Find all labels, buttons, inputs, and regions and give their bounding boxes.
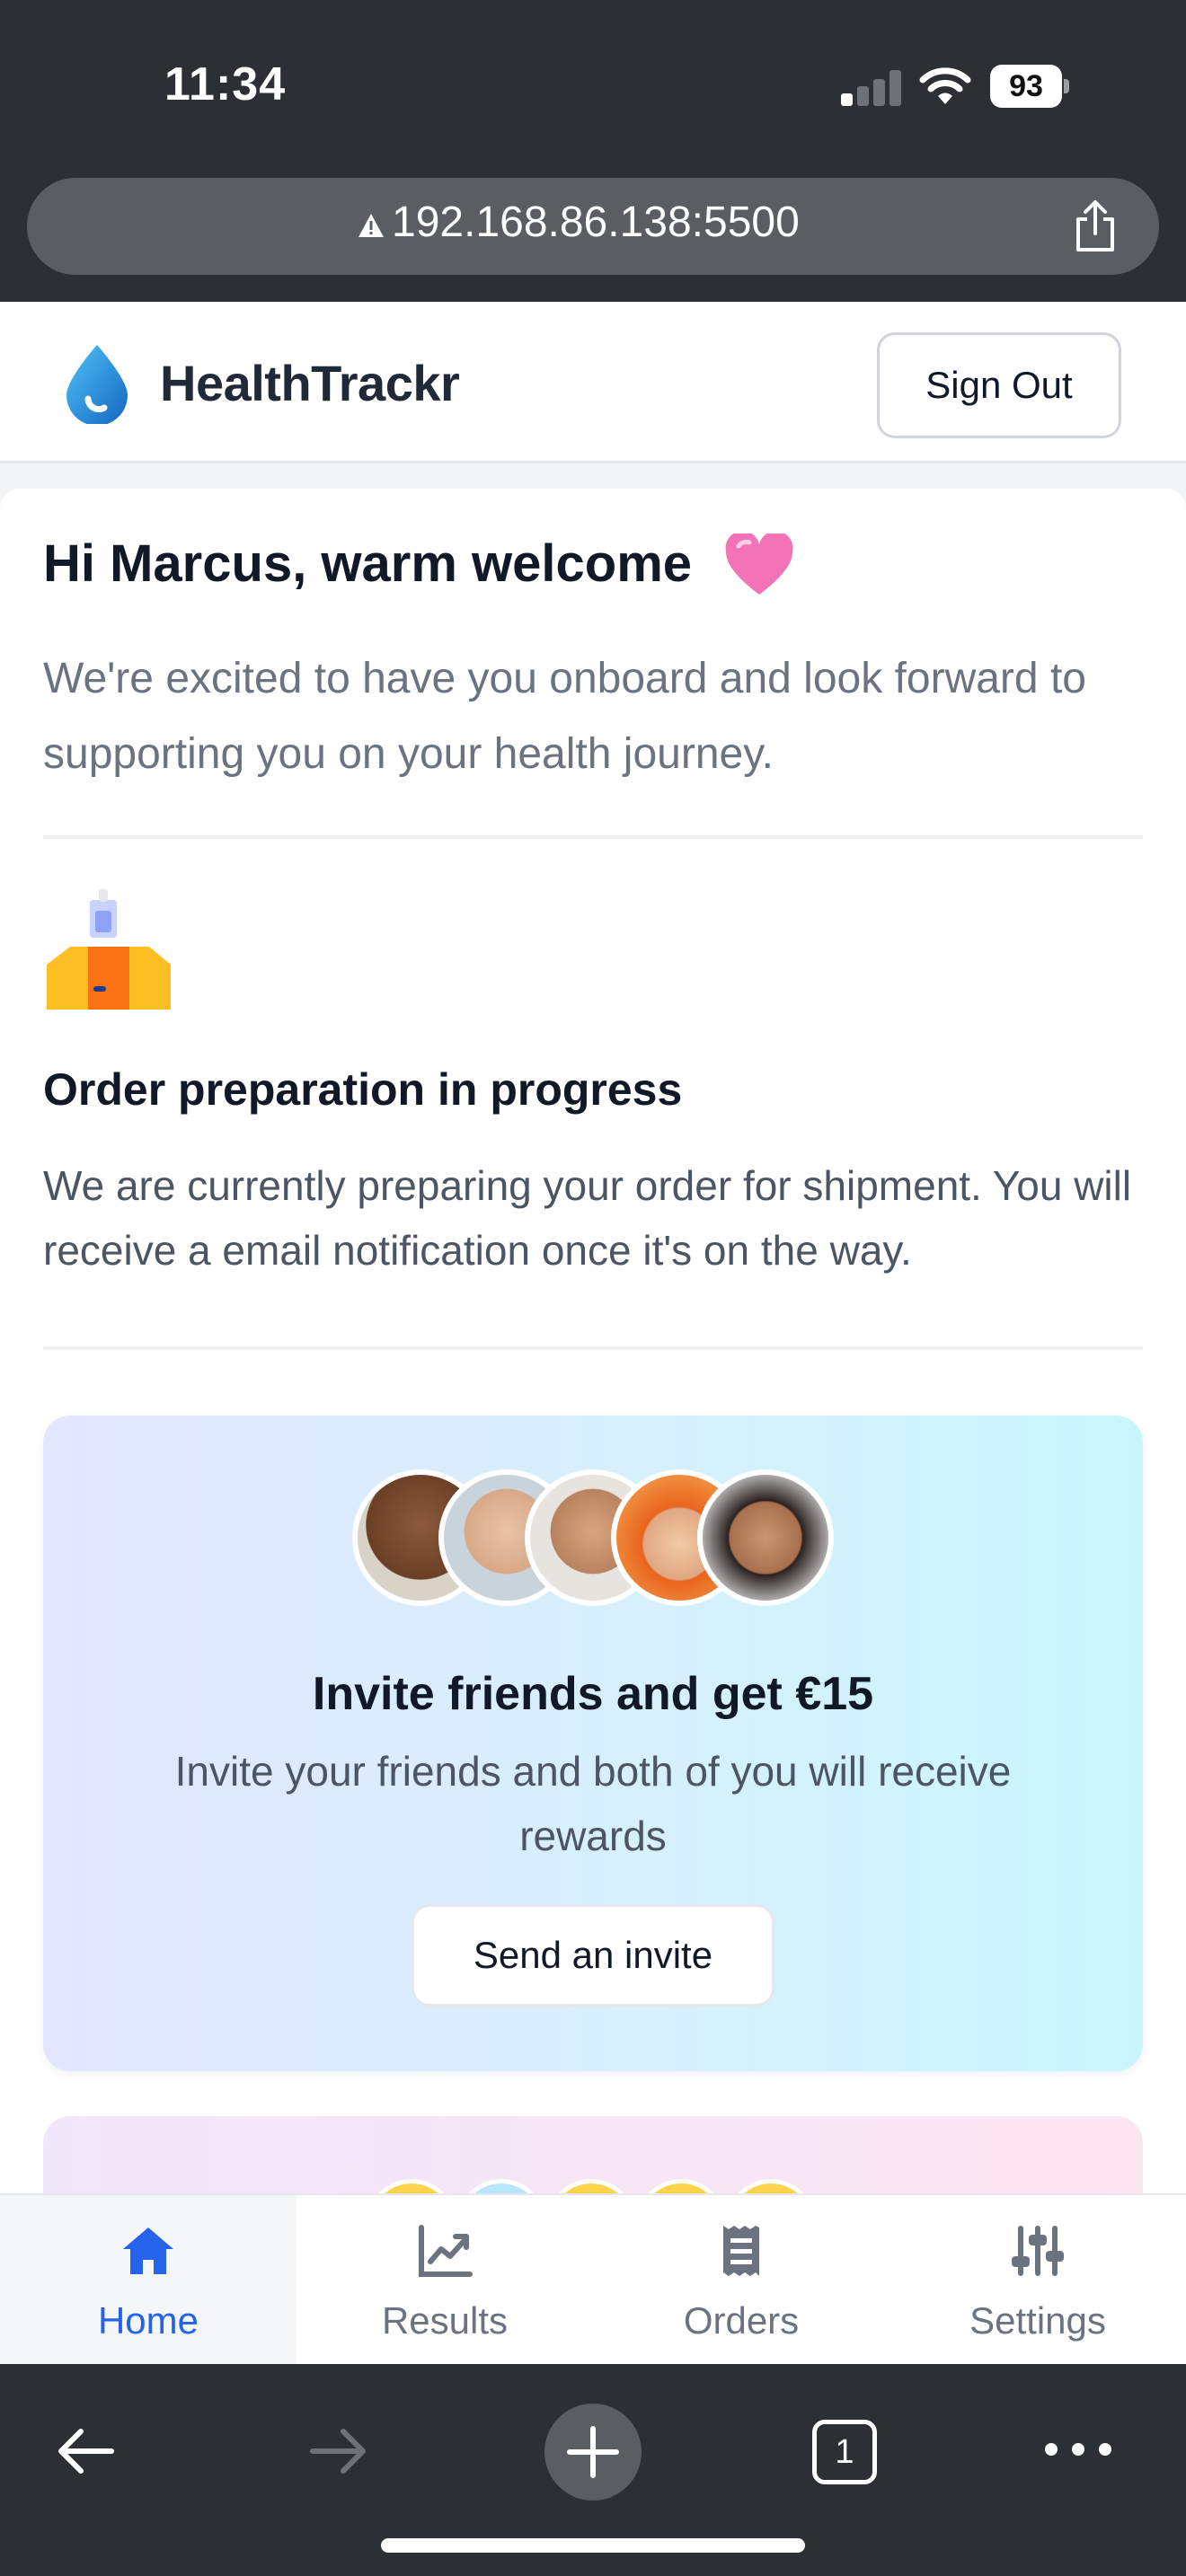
bottom-tab-bar: Home Results Orders Settings <box>0 2193 1186 2366</box>
tab-label: Results <box>381 2299 509 2342</box>
tab-results[interactable]: Results <box>296 2195 593 2366</box>
receipt-icon <box>723 2226 759 2276</box>
warning-icon <box>358 214 384 237</box>
avatar <box>697 1469 834 1606</box>
friend-avatars <box>352 1469 837 1610</box>
app-header: HealthTrackr Sign Out <box>0 302 1186 463</box>
plus-icon <box>567 2426 619 2478</box>
home-icon <box>123 2228 173 2274</box>
home-indicator <box>381 2538 805 2553</box>
order-status-message: We are currently preparing your order fo… <box>43 1162 1132 1274</box>
back-arrow-icon[interactable] <box>52 2418 119 2484</box>
brand-name: HealthTrackr <box>160 355 460 411</box>
cellular-signal-icon <box>841 70 902 106</box>
invite-card: Invite friends and get €15 Invite your f… <box>43 1416 1143 2071</box>
sign-out-button[interactable]: Sign Out <box>877 332 1121 438</box>
invite-title: Invite friends and get €15 <box>312 1668 874 1720</box>
tab-home[interactable]: Home <box>0 2195 296 2366</box>
order-status-title: Order preparation in progress <box>43 1064 683 1115</box>
divider <box>43 835 1143 839</box>
package-box-icon <box>47 889 171 1010</box>
invite-message: Invite your friends and both of you will… <box>174 1748 1012 1859</box>
tab-label: Home <box>97 2299 199 2342</box>
status-time: 11:34 <box>164 58 287 110</box>
battery-icon: 93 <box>990 65 1069 108</box>
chart-icon <box>419 2225 473 2277</box>
heart-icon <box>725 534 793 595</box>
welcome-heading: Hi Marcus, warm welcome <box>43 534 693 593</box>
sliders-icon <box>1012 2226 1064 2276</box>
wifi-icon <box>919 67 971 104</box>
tab-settings[interactable]: Settings <box>890 2195 1186 2366</box>
battery-level: 93 <box>990 65 1062 108</box>
welcome-message: We're excited to have you onboard and lo… <box>43 655 1086 778</box>
water-drop-logo-icon <box>66 345 128 424</box>
share-icon[interactable] <box>1069 199 1121 253</box>
new-tab-button[interactable] <box>544 2404 642 2501</box>
tab-label: Orders <box>683 2299 800 2342</box>
address-bar[interactable]: 192.168.86.138:5500 <box>27 178 1159 275</box>
send-invite-button[interactable]: Send an invite <box>412 1904 774 2007</box>
browser-top-chrome: 11:34 93 192.168.86.138:5500 <box>0 0 1186 302</box>
forward-arrow-icon[interactable] <box>305 2418 372 2484</box>
tab-label: Settings <box>969 2299 1106 2342</box>
tab-orders[interactable]: Orders <box>593 2195 890 2366</box>
more-dots-icon[interactable] <box>1042 2436 1114 2463</box>
dashboard-card: Hi Marcus, warm welcome We're excited to… <box>0 489 1186 2296</box>
url-text: 192.168.86.138:5500 <box>392 198 800 246</box>
divider <box>43 1346 1143 1350</box>
tabs-count-button[interactable]: 1 <box>812 2420 877 2484</box>
